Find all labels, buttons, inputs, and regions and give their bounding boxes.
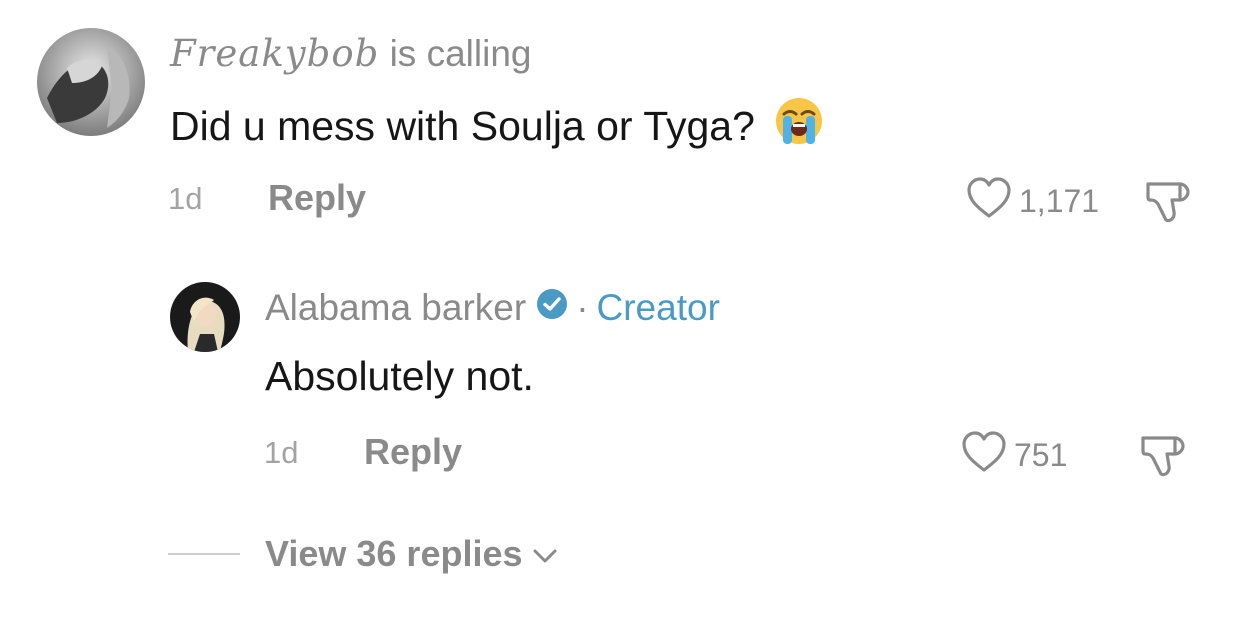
heart-icon[interactable] bbox=[960, 430, 1008, 479]
heart-icon[interactable] bbox=[965, 176, 1013, 225]
reply-like-button[interactable]: 751 bbox=[960, 430, 1067, 479]
comment-username[interactable]: Freakybob bbox=[170, 32, 379, 75]
reply-username[interactable]: Alabama barker bbox=[265, 284, 526, 332]
reply-text: Absolutely not. bbox=[265, 353, 534, 399]
chevron-down-icon bbox=[531, 532, 559, 576]
view-replies-label: View 36 replies bbox=[265, 533, 523, 574]
comment-username-suffix: is calling bbox=[389, 33, 532, 74]
reply-like-count: 751 bbox=[1014, 436, 1068, 473]
thumbs-down-icon[interactable] bbox=[1137, 432, 1189, 485]
reply-reply-button[interactable]: Reply bbox=[364, 432, 462, 472]
reply-header: Alabama barker · Creator bbox=[265, 284, 720, 332]
loudly-crying-face-icon bbox=[774, 96, 824, 157]
comment-timestamp: 1d bbox=[168, 181, 203, 216]
separator-dot: · bbox=[576, 287, 589, 328]
verified-badge-icon bbox=[536, 284, 568, 332]
reply-dislike-button[interactable] bbox=[1137, 432, 1189, 485]
thumbs-down-icon[interactable] bbox=[1142, 178, 1194, 231]
reply-timestamp: 1d bbox=[264, 435, 299, 470]
comment-username-line: Freakybob is calling bbox=[170, 30, 531, 78]
comment-like-count: 1,171 bbox=[1019, 182, 1100, 219]
comment-text: Did u mess with Soulja or Tyga? bbox=[170, 103, 755, 149]
comment-dislike-button[interactable] bbox=[1142, 178, 1194, 231]
comment-text-line: Did u mess with Soulja or Tyga? bbox=[170, 96, 824, 157]
view-replies-button[interactable]: View 36 replies bbox=[265, 532, 559, 576]
creator-avatar[interactable] bbox=[170, 282, 240, 352]
creator-label: Creator bbox=[596, 287, 720, 328]
comment-like-button[interactable]: 1,171 bbox=[965, 176, 1099, 225]
comment-reply-button[interactable]: Reply bbox=[268, 178, 366, 218]
commenter-avatar[interactable] bbox=[37, 28, 145, 136]
replies-divider-line bbox=[168, 553, 240, 555]
